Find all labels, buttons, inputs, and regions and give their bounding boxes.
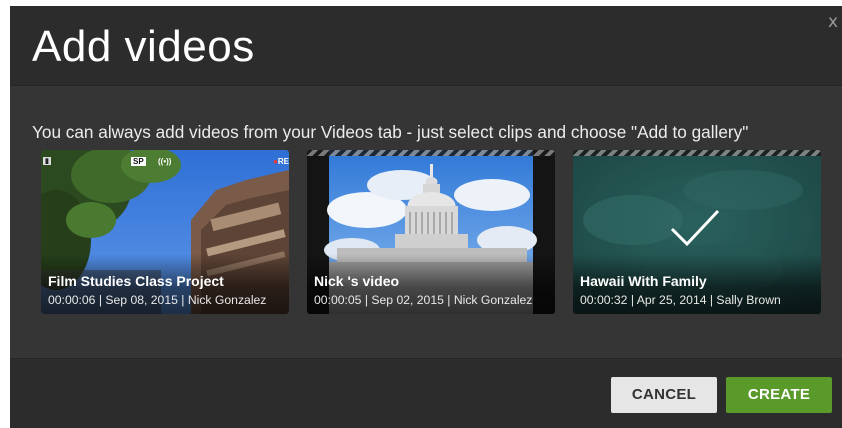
record-badge: ●RE (273, 157, 289, 166)
add-videos-dialog: Add videos x You can always add videos f… (10, 6, 842, 428)
video-card-film-studies[interactable]: ▮ SP ((•)) ●RE Film Studies Class Projec… (41, 150, 289, 314)
audio-icon: ((•)) (158, 157, 172, 166)
video-meta: 00:00:32 | Apr 25, 2014 | Sally Brown (580, 293, 781, 307)
record-label: RE (277, 157, 289, 166)
video-meta: 00:00:05 | Sep 02, 2015 | Nick Gonzalez (314, 293, 533, 307)
dialog-header: Add videos x (10, 6, 842, 86)
cancel-button[interactable]: CANCEL (611, 377, 717, 413)
video-title: Film Studies Class Project (48, 273, 224, 289)
video-card-nicks-video[interactable]: Nick 's video 00:00:05 | Sep 02, 2015 | … (307, 150, 555, 314)
create-button[interactable]: CREATE (726, 377, 832, 413)
checkmark-icon (670, 209, 720, 247)
battery-icon: ▮ (43, 157, 51, 165)
video-card-hawaii[interactable]: Hawaii With Family 00:00:32 | Apr 25, 20… (573, 150, 821, 314)
video-meta: 00:00:06 | Sep 08, 2015 | Nick Gonzalez (48, 293, 267, 307)
close-icon[interactable]: x (828, 12, 842, 32)
dialog-subtitle: You can always add videos from your Vide… (32, 122, 749, 142)
dialog-body: You can always add videos from your Vide… (10, 86, 842, 358)
video-title: Nick 's video (314, 273, 400, 289)
dialog-title: Add videos (32, 22, 255, 71)
video-title: Hawaii With Family (580, 273, 707, 289)
processing-stripes (307, 150, 555, 156)
sp-badge: SP (131, 157, 146, 166)
processing-stripes (573, 150, 821, 156)
dialog-footer: CANCEL CREATE (10, 358, 842, 428)
